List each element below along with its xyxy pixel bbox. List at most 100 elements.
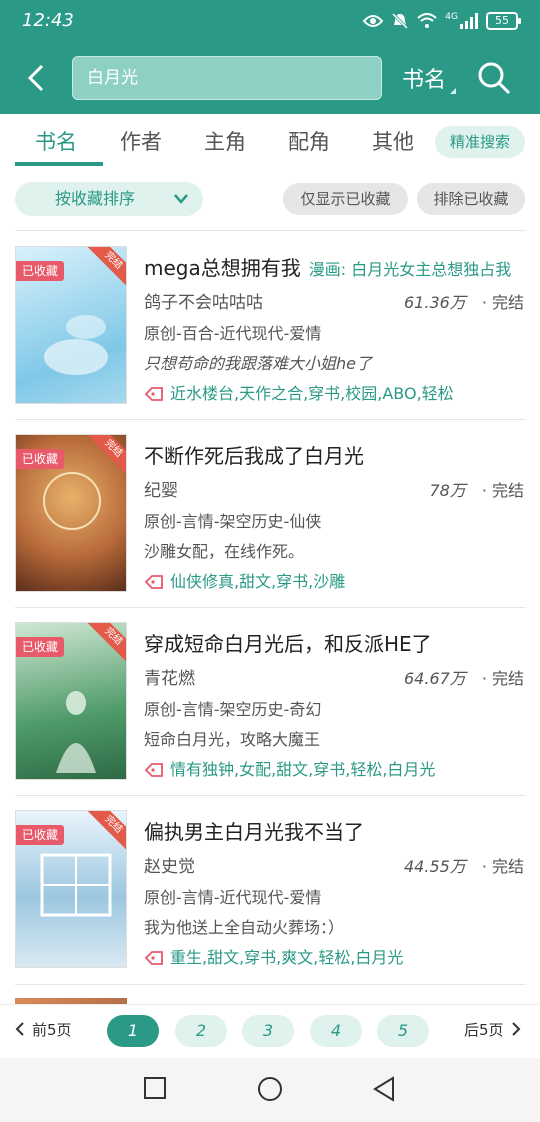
prev-pages-button[interactable]: 前5页 — [14, 1019, 72, 1040]
search-row: 白月光 书名 — [0, 56, 540, 102]
book-genre: 原创-言情-架空历史-奇幻 — [144, 700, 322, 719]
wifi-icon — [417, 13, 437, 28]
page-button-4[interactable]: 4 — [310, 1015, 362, 1047]
book-cover[interactable]: 已收藏 完结 — [15, 622, 127, 780]
word-count: 44.55万 — [404, 857, 466, 876]
collected-badge: 已收藏 — [16, 637, 65, 657]
network-type: 4G — [445, 12, 458, 22]
book-title-line[interactable]: 穿成短命白月光后，和反派HE了 — [144, 628, 524, 658]
sort-label: 按收藏排序 — [55, 189, 136, 208]
book-author[interactable]: 青花燃 — [144, 664, 195, 689]
sort-dropdown[interactable]: 按收藏排序 — [15, 182, 203, 216]
tag-icon — [144, 387, 163, 401]
battery-icon: 55 — [486, 12, 521, 30]
book-genre: 原创-言情-近代现代-爱情 — [144, 888, 322, 907]
back-nav-icon[interactable] — [372, 1076, 396, 1102]
search-icon[interactable] — [476, 60, 512, 96]
search-input[interactable]: 白月光 — [72, 56, 382, 100]
collected-badge: 已收藏 — [16, 825, 65, 845]
divider — [15, 984, 525, 985]
cover-circle-icon — [43, 472, 101, 530]
home-icon[interactable] — [257, 1076, 283, 1102]
tab-title[interactable]: 书名 — [35, 126, 77, 156]
dropdown-triangle-icon — [450, 88, 457, 94]
book-cover[interactable]: 已收藏 完结 — [15, 246, 127, 404]
eye-icon — [363, 15, 384, 27]
book-item[interactable]: 已收藏 完结 不断作死后我成了白月光 纪婴 78万 · 完结 原创-言情-架空历史… — [0, 422, 540, 610]
book-tags: 仙侠修真,甜文,穿书,沙雕 — [144, 568, 345, 592]
word-count: 61.36万 — [404, 293, 466, 312]
book-meta: 61.36万 · 完结 — [404, 289, 524, 313]
app-header: 12:43 4G 55 白月光 书名 — [0, 0, 540, 114]
divider — [15, 795, 525, 796]
book-item[interactable]: 已收藏 完结 穿成短命白月光后，和反派HE了 青花燃 64.67万 · 完结 原创… — [0, 610, 540, 798]
tag-list: 近水楼台,天作之合,穿书,校园,ABO,轻松 — [170, 384, 454, 403]
book-title-line[interactable]: mega总想拥有我 漫画: 白月光女主总想独占我 — [144, 252, 524, 282]
status-bar: 12:43 4G 55 — [0, 0, 540, 44]
tab-other[interactable]: 其他 — [372, 126, 414, 156]
book-meta: 78万 · 完结 — [429, 477, 524, 501]
search-type-label: 书名 — [402, 68, 447, 93]
book-genre: 原创-言情-架空历史-仙侠 — [144, 512, 322, 531]
page-button-1[interactable]: 1 — [107, 1015, 159, 1047]
book-author[interactable]: 赵史觉 — [144, 852, 195, 877]
divider — [15, 230, 525, 231]
book-cover[interactable]: 已收藏 完结 — [15, 434, 127, 592]
book-tags: 情有独钟,女配,甜文,穿书,轻松,白月光 — [144, 756, 435, 780]
page-button-5[interactable]: 5 — [377, 1015, 429, 1047]
next-pages-label: 后5页 — [464, 1021, 504, 1039]
book-status: · 完结 — [481, 481, 524, 500]
active-tab-indicator — [15, 162, 103, 166]
back-icon[interactable] — [22, 62, 52, 94]
only-collected-button[interactable]: 仅显示已收藏 — [283, 183, 408, 215]
book-genre: 原创-百合-近代现代-爱情 — [144, 324, 322, 343]
book-subtitle: 漫画: 白月光女主总想独占我 — [308, 260, 512, 279]
tab-author[interactable]: 作者 — [120, 126, 162, 156]
book-author[interactable]: 鸽子不会咕咕咕 — [144, 288, 263, 313]
system-nav-bar — [0, 1058, 540, 1122]
tab-supporting[interactable]: 配角 — [288, 126, 330, 156]
book-cover[interactable]: 已收藏 完结 — [15, 810, 127, 968]
book-title-line[interactable]: 不断作死后我成了白月光 — [144, 440, 524, 470]
divider — [15, 607, 525, 608]
signal-icon — [460, 13, 478, 29]
exclude-collected-button[interactable]: 排除已收藏 — [417, 183, 525, 215]
cover-cloud-icon — [44, 315, 108, 375]
page-button-2[interactable]: 2 — [175, 1015, 227, 1047]
book-meta: 44.55万 · 完结 — [404, 853, 524, 877]
cover-window-icon — [40, 853, 112, 917]
tag-list: 情有独钟,女配,甜文,穿书,轻松,白月光 — [170, 760, 436, 779]
book-status: · 完结 — [481, 669, 524, 688]
book-title: mega总想拥有我 — [144, 256, 301, 280]
precise-search-button[interactable]: 精准搜索 — [435, 126, 525, 158]
status-time: 12:43 — [22, 10, 74, 31]
tag-list: 仙侠修真,甜文,穿书,沙雕 — [170, 572, 346, 591]
recents-icon[interactable] — [143, 1076, 167, 1100]
book-title-line[interactable]: 偏执男主白月光我不当了 — [144, 816, 524, 846]
word-count: 64.67万 — [404, 669, 466, 688]
chevron-right-icon — [511, 1022, 520, 1036]
book-description: 只想苟命的我跟落难大小姐he了 — [144, 354, 372, 373]
tag-icon — [144, 575, 163, 589]
book-author[interactable]: 纪婴 — [144, 476, 178, 501]
tab-protagonist[interactable]: 主角 — [204, 126, 246, 156]
word-count: 78万 — [429, 481, 466, 500]
status-icons: 4G 55 — [363, 12, 521, 30]
book-description: 沙雕女配，在线作死。 — [144, 542, 305, 561]
collected-badge: 已收藏 — [16, 261, 65, 281]
book-title: 不断作死后我成了白月光 — [144, 444, 364, 468]
search-type-select[interactable]: 书名 — [402, 62, 457, 94]
mute-bell-icon — [392, 12, 409, 30]
cover-figure-icon — [56, 691, 96, 773]
book-description: 我为他送上全自动火葬场：） — [144, 918, 345, 937]
book-title: 穿成短命白月光后，和反派HE了 — [144, 632, 432, 656]
page-button-3[interactable]: 3 — [242, 1015, 294, 1047]
book-item[interactable]: 已收藏 完结 mega总想拥有我 漫画: 白月光女主总想独占我 鸽子不会咕咕咕 6… — [0, 234, 540, 422]
next-pages-button[interactable]: 后5页 — [464, 1019, 522, 1040]
book-status: · 完结 — [481, 857, 524, 876]
book-item[interactable]: 已收藏 完结 偏执男主白月光我不当了 赵史觉 44.55万 · 完结 原创-言情-… — [0, 798, 540, 986]
book-meta: 64.67万 · 完结 — [404, 665, 524, 689]
tag-icon — [144, 763, 163, 777]
book-description: 短命白月光，攻略大魔王 — [144, 730, 321, 749]
divider — [15, 419, 525, 420]
